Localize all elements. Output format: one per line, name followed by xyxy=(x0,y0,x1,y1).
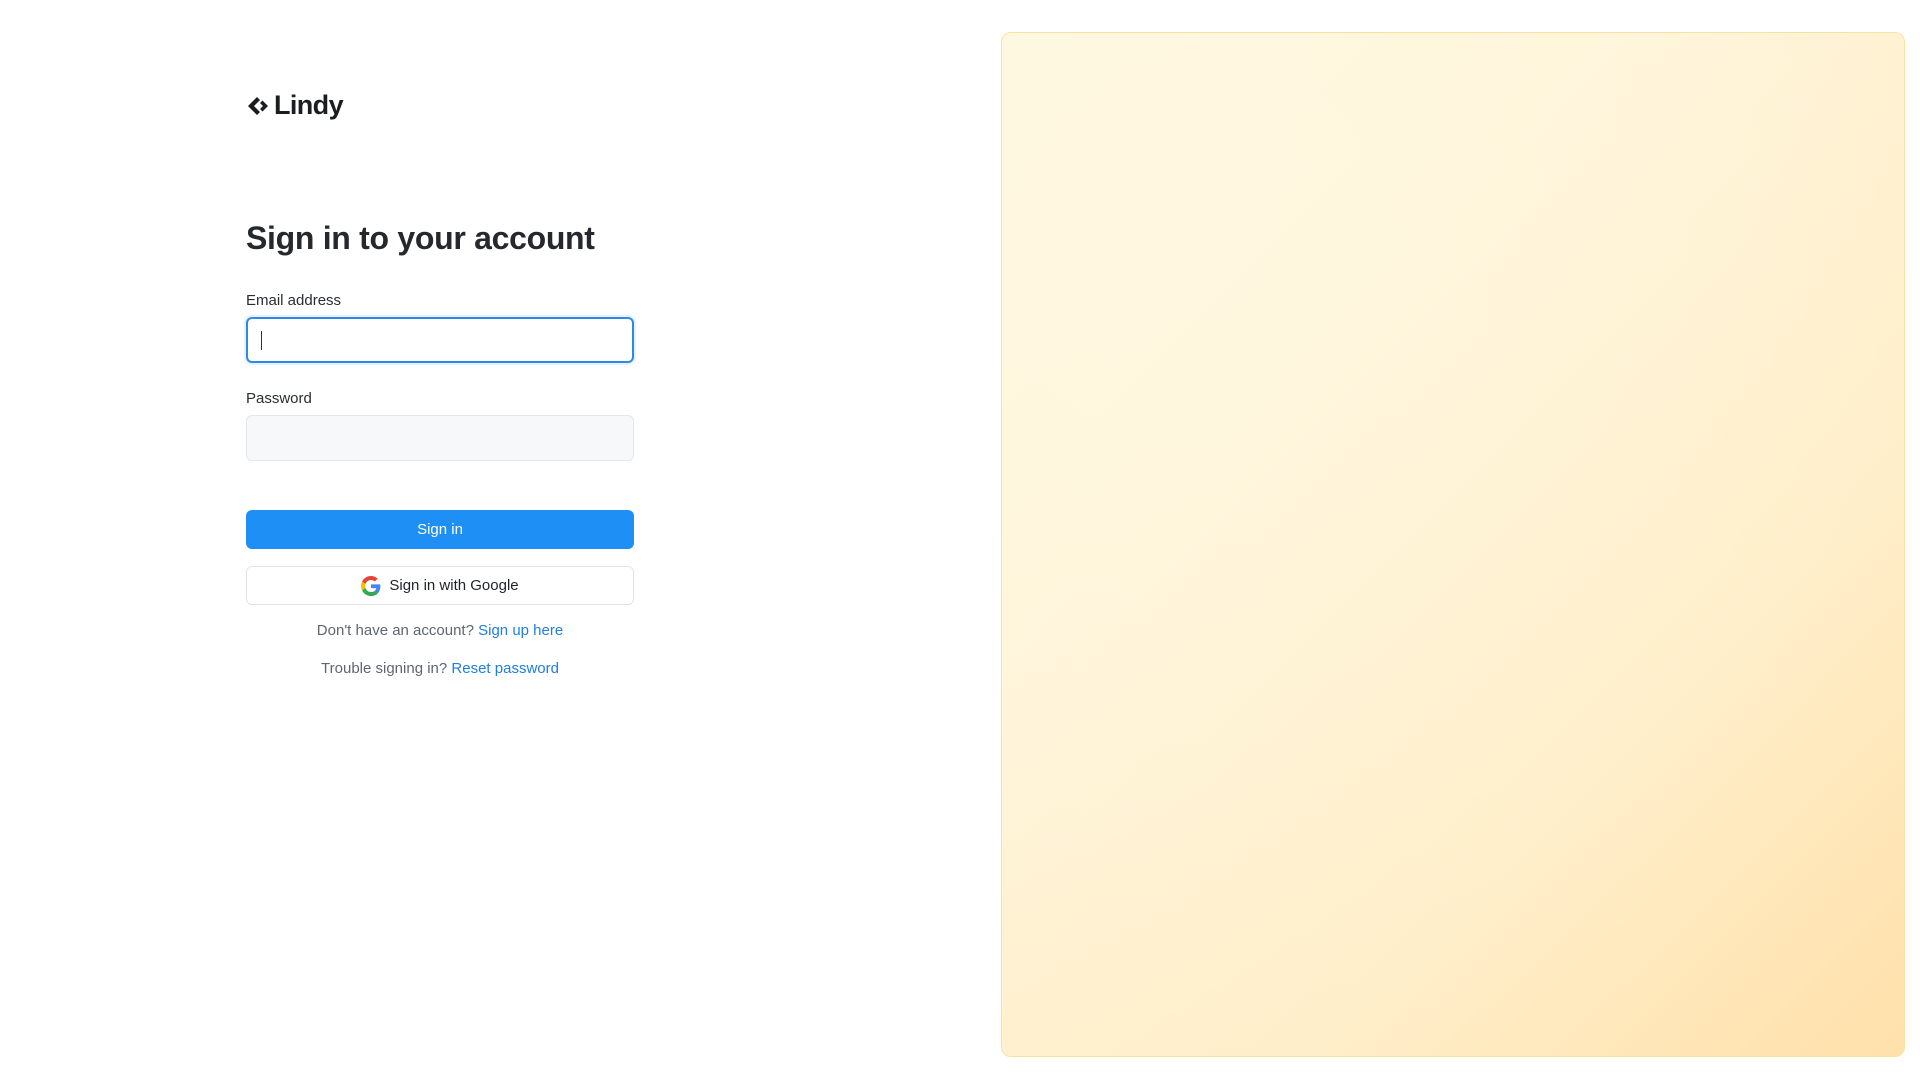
signup-prompt: Don't have an account? Sign up here xyxy=(246,622,634,639)
decorative-gradient-panel xyxy=(1001,32,1905,1057)
page-title: Sign in to your account xyxy=(246,220,595,256)
reset-prompt-text: Trouble signing in? xyxy=(321,660,448,677)
google-sign-in-button[interactable]: Sign in with Google xyxy=(246,566,634,605)
signup-prompt-text: Don't have an account? xyxy=(316,622,474,639)
google-icon xyxy=(361,575,381,596)
text-caret xyxy=(261,331,262,350)
signup-link[interactable]: Sign up here xyxy=(478,622,563,639)
diamond-chevron-icon xyxy=(248,96,268,115)
brand-logo: Lindy xyxy=(246,90,344,120)
password-field[interactable] xyxy=(246,415,634,461)
sign-in-page: Lindy Sign in to your account Email addr… xyxy=(0,0,1920,1080)
reset-prompt: Trouble signing in? Reset password xyxy=(246,660,634,677)
brand-name: Lindy xyxy=(274,90,344,120)
reset-password-link[interactable]: Reset password xyxy=(451,660,559,677)
email-label: Email address xyxy=(246,292,342,309)
password-label: Password xyxy=(246,390,312,407)
sign-in-column: Lindy Sign in to your account Email addr… xyxy=(246,0,634,1080)
sign-in-button[interactable]: Sign in xyxy=(246,510,634,549)
email-field[interactable] xyxy=(246,317,634,363)
google-button-label: Sign in with Google xyxy=(389,577,519,594)
